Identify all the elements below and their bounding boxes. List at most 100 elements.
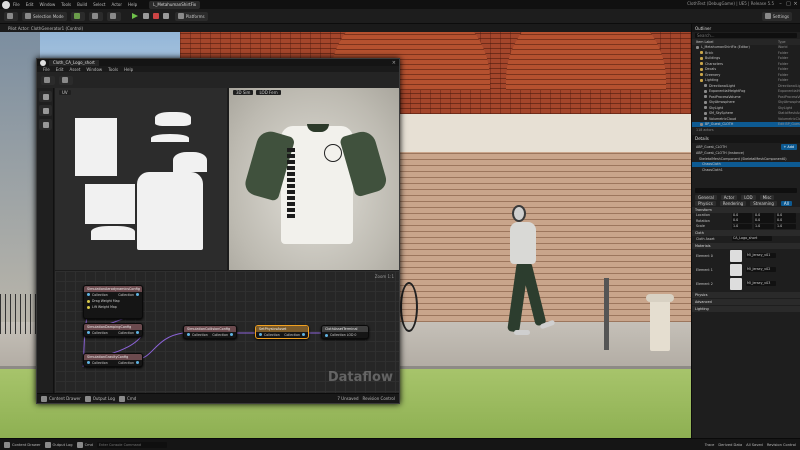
dataflow-graph[interactable]: SimulationAerodynamicsConfig Collection … xyxy=(55,271,399,393)
pin-in[interactable]: Collection xyxy=(87,293,108,297)
derived-data-button[interactable]: Derived Data xyxy=(718,443,742,447)
dataflow-menu-help[interactable]: Help xyxy=(124,67,133,72)
dataflow-asset-tab[interactable]: Cloth_CA_Logo_short xyxy=(49,59,99,66)
stop-icon[interactable] xyxy=(152,13,159,19)
material-thumbnail[interactable] xyxy=(730,277,742,290)
filter-misc[interactable]: Misc xyxy=(759,194,775,200)
uv-viewport[interactable]: UV xyxy=(55,88,227,270)
rotation-z-field[interactable]: 0.0 xyxy=(776,218,796,224)
dataflow-browse-button[interactable] xyxy=(59,75,73,85)
col-item-label[interactable]: Item Label xyxy=(696,40,713,44)
pin-out[interactable]: Collection xyxy=(284,333,305,337)
dataflow-menu-file[interactable]: File xyxy=(43,67,50,72)
cmd-button[interactable]: Cmd xyxy=(76,441,93,448)
close-icon[interactable]: × xyxy=(392,60,396,66)
select-tool-button[interactable] xyxy=(39,91,52,102)
dataflow-output-log-button[interactable]: Output Log xyxy=(84,395,115,402)
menu-build[interactable]: Build xyxy=(77,2,87,7)
outliner-row[interactable]: BP_Guest_CLOTH Edit BP_Guest xyxy=(692,121,800,127)
selection-mode-button[interactable]: Selection Mode xyxy=(22,11,67,21)
dataflow-cmd-button[interactable]: Cmd xyxy=(119,395,136,402)
node-gravity-config[interactable]: SimulationGravityConfig Collection Colle… xyxy=(83,353,143,367)
filter-actor[interactable]: Actor xyxy=(720,194,738,200)
menu-help[interactable]: Help xyxy=(128,2,137,7)
outliner-tab[interactable]: Outliner xyxy=(692,24,800,32)
pin-in[interactable]: Collection xyxy=(87,331,108,335)
save-button[interactable] xyxy=(4,11,18,21)
save-status-button[interactable]: All Saved xyxy=(746,443,763,447)
component-row[interactable]: ChaosCloth1 xyxy=(692,167,800,173)
menu-window[interactable]: Window xyxy=(39,2,55,7)
blueprint-button[interactable] xyxy=(88,11,103,21)
maximize-icon[interactable]: □ xyxy=(785,0,792,9)
unreal-logo-icon[interactable] xyxy=(2,0,10,9)
scale-x-field[interactable]: 1.0 xyxy=(732,223,752,229)
outliner-search-input[interactable]: Search... xyxy=(695,33,797,38)
node-collision-config[interactable]: SimulationCollisionConfig Collection Col… xyxy=(183,325,237,339)
filter-lod[interactable]: LOD xyxy=(741,194,756,200)
location-x-field[interactable]: 0.0 xyxy=(732,212,752,218)
output-log-button[interactable]: Output Log xyxy=(44,441,73,448)
level-tab[interactable]: L_MetahumanShirtFix xyxy=(149,0,201,9)
pin-in[interactable]: Collection LOD 0 xyxy=(322,332,368,338)
material-2-picker[interactable]: MI_Jersey_v03 xyxy=(746,281,776,286)
node-cloth-asset-terminal[interactable]: ClothAssetTerminal Collection LOD 0 xyxy=(321,325,369,339)
dataflow-menu-tools[interactable]: Tools xyxy=(108,67,118,72)
uv-view-menu[interactable]: UV xyxy=(59,89,71,95)
rotation-y-field[interactable]: 0.0 xyxy=(754,218,774,224)
dataflow-revision-control-button[interactable]: Revision Control xyxy=(363,396,395,401)
revision-control-button[interactable]: Revision Control xyxy=(767,443,796,447)
dataflow-save-button[interactable] xyxy=(41,75,55,85)
section-advanced[interactable]: Advanced xyxy=(692,298,800,305)
step-icon[interactable] xyxy=(142,13,149,19)
pin-out[interactable]: Collection xyxy=(118,331,139,335)
minimize-icon[interactable]: – xyxy=(777,0,784,9)
pin-in[interactable]: Collection xyxy=(87,361,108,365)
menu-tools[interactable]: Tools xyxy=(61,2,71,7)
lod-menu[interactable]: LOD Fern xyxy=(256,89,281,95)
dataflow-menu-asset[interactable]: Asset xyxy=(69,67,80,72)
dataflow-content-drawer-button[interactable]: Content Drawer xyxy=(41,395,81,402)
filter-all[interactable]: All xyxy=(780,200,792,206)
filter-streaming[interactable]: Streaming xyxy=(750,200,777,206)
col-type[interactable]: Type xyxy=(778,40,786,44)
menu-edit[interactable]: Edit xyxy=(26,2,34,7)
paint-tool-button[interactable] xyxy=(39,105,52,116)
node-aerodynamics-config[interactable]: SimulationAerodynamicsConfig Collection … xyxy=(83,285,143,319)
pin-in[interactable]: Collection xyxy=(187,333,208,337)
menu-actor[interactable]: Actor xyxy=(111,2,122,7)
play-icon[interactable] xyxy=(131,13,138,19)
scale-z-field[interactable]: 1.0 xyxy=(776,223,796,229)
close-icon[interactable]: × xyxy=(792,0,799,9)
rotation-x-field[interactable]: 0.0 xyxy=(732,218,752,224)
preview-view-menu[interactable]: 3D Sim xyxy=(233,89,254,95)
menu-select[interactable]: Select xyxy=(93,2,105,7)
cloth-preview-viewport[interactable]: 3D Sim LOD Fern xyxy=(229,88,399,270)
pin-lift-weight[interactable]: Lift Weight Map xyxy=(84,304,142,310)
material-thumbnail[interactable] xyxy=(730,249,742,262)
section-lighting[interactable]: Lighting xyxy=(692,305,800,312)
add-component-button[interactable]: + Add xyxy=(780,143,797,150)
material-1-picker[interactable]: MI_Jersey_v02 xyxy=(746,267,776,272)
details-tab[interactable]: Details xyxy=(692,134,800,143)
location-z-field[interactable]: 0.0 xyxy=(776,212,796,218)
add-content-button[interactable] xyxy=(70,11,85,21)
component-row[interactable]: SkeletalMeshComponent (SkeletalMeshCompo… xyxy=(692,156,800,162)
material-thumbnail[interactable] xyxy=(730,263,742,276)
pin-in[interactable]: Collection xyxy=(259,333,280,337)
pin-out[interactable]: Collection xyxy=(212,333,233,337)
filter-general[interactable]: General xyxy=(695,194,717,200)
scale-y-field[interactable]: 1.0 xyxy=(754,223,774,229)
filter-rendering[interactable]: Rendering xyxy=(719,200,747,206)
trace-button[interactable]: Trace xyxy=(705,443,715,447)
cinematics-button[interactable] xyxy=(106,11,121,21)
material-0-picker[interactable]: MI_Jersey_v01 xyxy=(746,253,776,258)
dataflow-menu-window[interactable]: Window xyxy=(86,67,102,72)
menu-file[interactable]: File xyxy=(13,2,20,7)
pin-out[interactable]: Collection xyxy=(118,293,139,297)
content-drawer-button[interactable]: Content Drawer xyxy=(4,441,41,448)
details-search-input[interactable] xyxy=(695,188,797,193)
section-physics[interactable]: Physics xyxy=(692,291,800,298)
eject-icon[interactable] xyxy=(162,13,169,19)
character-shirt[interactable] xyxy=(510,222,536,264)
